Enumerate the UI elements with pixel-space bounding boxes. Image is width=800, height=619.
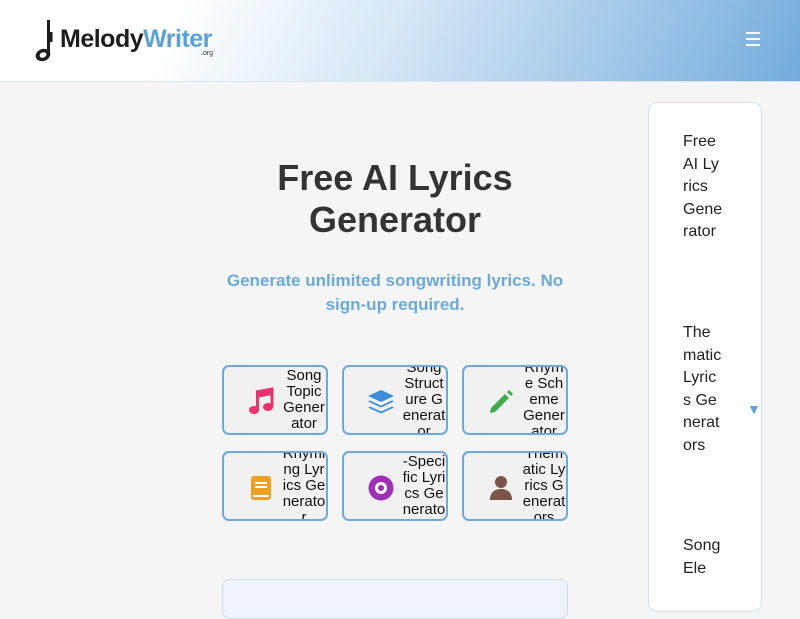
page-title-line-2: Generator <box>308 199 482 240</box>
caret-down-icon[interactable]: ▼ <box>747 401 761 417</box>
user-icon <box>490 476 512 500</box>
tool-card-genre-specific[interactable]: Genre-Specific Lyrics Generator <box>342 451 448 521</box>
book-icon <box>251 476 271 500</box>
music-note-logo-icon <box>35 20 53 62</box>
tool-card-song-structure[interactable]: Song Structure Generator <box>342 365 448 435</box>
tool-grid: Song Topic Generator Song Structure Gene… <box>222 365 570 521</box>
logo-org: .org <box>201 50 214 57</box>
layers-icon <box>368 390 394 414</box>
main-content: Free AI Lyrics Generator Generate unlimi… <box>0 83 640 619</box>
site-header: MelodyWriter .org ☰ <box>0 0 800 82</box>
hamburger-menu-icon[interactable]: ☰ <box>742 30 764 52</box>
tool-label: Rhyming Lyrics Generator <box>282 453 326 519</box>
logo-writer: Writer <box>143 25 212 53</box>
sidebar-item-song-elements[interactable]: Song Ele <box>683 535 723 580</box>
logo-melody: Melody <box>60 25 144 53</box>
tool-label: Thematic Lyrics Generators <box>522 453 566 519</box>
logo-text: MelodyWriter <box>60 25 212 54</box>
music-note-icon <box>249 387 274 414</box>
tool-card-rhyming-lyrics[interactable]: Rhyming Lyrics Generator <box>222 451 328 521</box>
sidebar-item-thematic-lyrics-generators[interactable]: Thematic Lyrics Generators <box>683 322 723 457</box>
tool-card-rhyme-scheme[interactable]: Rhyme Scheme Generator <box>462 365 568 435</box>
tool-label: Genre-Specific Lyrics Generator <box>402 453 446 519</box>
page-title-line-1: Free AI Lyrics <box>277 157 513 198</box>
vinyl-record-icon <box>368 475 394 501</box>
tool-label: Song Topic Generator <box>283 367 325 432</box>
tool-card-song-topic[interactable]: Song Topic Generator <box>222 365 328 435</box>
generator-panel <box>222 579 568 619</box>
sidebar-item-free-ai-lyrics-generator[interactable]: Free AI Lyrics Generator <box>683 131 723 244</box>
melodywriter-logo[interactable]: MelodyWriter .org <box>34 18 224 64</box>
tool-label: Rhyme Scheme Generator <box>523 367 565 433</box>
sidebar-nav: Free AI Lyrics Generator Thematic Lyrics… <box>648 102 762 612</box>
pencil-icon <box>490 390 513 413</box>
tool-label: Song Structure Generator <box>402 367 446 433</box>
tool-card-thematic-lyrics[interactable]: Thematic Lyrics Generators <box>462 451 568 521</box>
page-subtitle: Generate unlimited songwriting lyrics. N… <box>226 271 564 314</box>
